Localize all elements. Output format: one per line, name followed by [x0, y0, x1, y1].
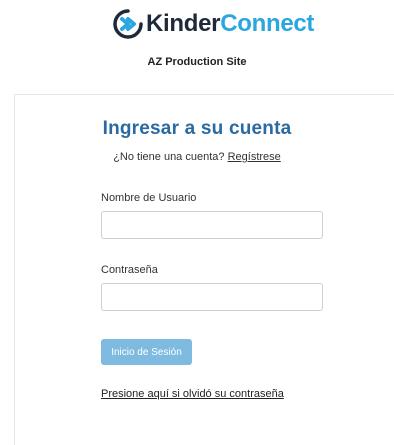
page-title: Ingresar a su cuenta: [102, 118, 292, 139]
username-field[interactable]: [101, 211, 323, 239]
forgot-password-link[interactable]: Presione aquí si olvidó su contraseña: [101, 388, 284, 400]
signup-prompt: ¿No tiene una cuenta? Regístrese: [0, 151, 394, 163]
signup-link[interactable]: Regístrese: [228, 151, 281, 163]
header: Kinder Connect AZ Production Site: [0, 0, 394, 88]
logo-text-connect: Connect: [220, 10, 315, 37]
username-label: Nombre de Usuario: [101, 192, 197, 204]
logo-text-kinder: Kinder: [146, 10, 221, 37]
login-button[interactable]: Inicio de Sesión: [101, 339, 192, 365]
site-name: AZ Production Site: [147, 56, 247, 68]
password-label: Contraseña: [101, 264, 158, 276]
signup-prompt-text: ¿No tiene una cuenta?: [113, 151, 225, 163]
password-field[interactable]: [101, 283, 323, 311]
kinderconnect-logo: Kinder Connect: [113, 8, 314, 40]
chevron-swirl-icon: [113, 9, 143, 39]
